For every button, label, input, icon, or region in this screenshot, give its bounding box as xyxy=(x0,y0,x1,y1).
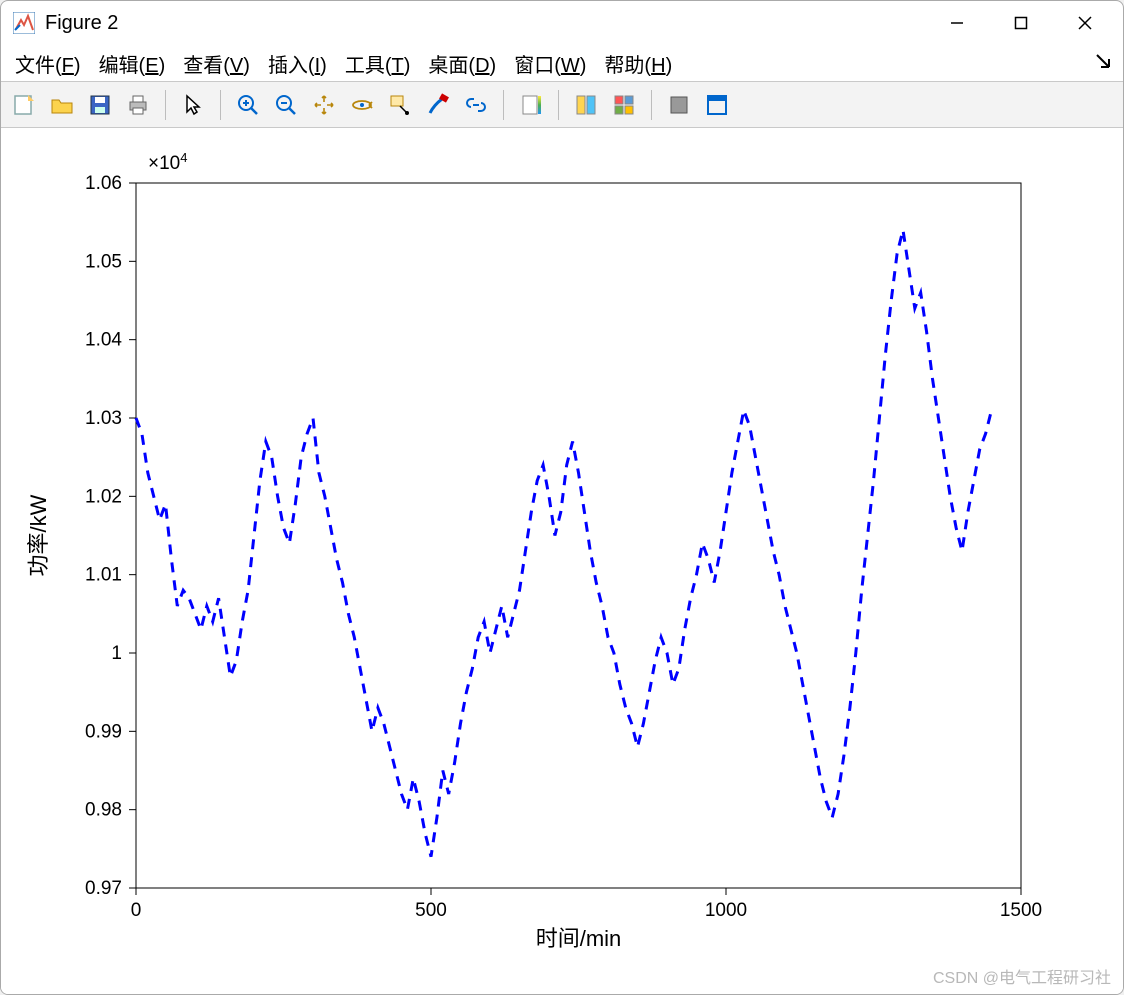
svg-text:1.02: 1.02 xyxy=(85,486,122,507)
menu-i[interactable]: 插入(I) xyxy=(268,49,327,78)
menu-h[interactable]: 帮助(H) xyxy=(604,49,672,78)
matlab-icon xyxy=(13,12,35,34)
svg-text:500: 500 xyxy=(415,900,447,921)
brush-icon[interactable] xyxy=(421,88,455,122)
menu-d[interactable]: 桌面(D) xyxy=(428,49,496,78)
menu-v[interactable]: 查看(V) xyxy=(183,49,250,78)
colormap-editor-icon[interactable] xyxy=(569,88,603,122)
svg-text:0.98: 0.98 xyxy=(85,800,122,821)
svg-text:1.03: 1.03 xyxy=(85,408,122,429)
dock-figure-icon[interactable] xyxy=(700,88,734,122)
menubar: 文件(F) 编辑(E) 查看(V) 插入(I) 工具(T) 桌面(D) 窗口(W) 帮助(H) xyxy=(1,45,1123,81)
menu-e[interactable]: 编辑(E) xyxy=(99,49,166,78)
svg-text:0.97: 0.97 xyxy=(85,878,122,899)
menu-f[interactable]: 文件(F) xyxy=(15,49,81,78)
pointer-icon[interactable] xyxy=(176,88,210,122)
svg-text:1: 1 xyxy=(111,643,122,664)
toolbar xyxy=(1,81,1123,128)
plot-layout-icon[interactable] xyxy=(607,88,641,122)
figure-area: 0 500 1000 1500 0.97 0.98 0.99 1 1.01 1.02 1.03 1.0… xyxy=(1,128,1123,994)
open-file-icon[interactable] xyxy=(45,88,79,122)
window-title: Figure 2 xyxy=(45,12,118,35)
rotate3d-icon[interactable] xyxy=(345,88,379,122)
hide-tools-icon[interactable] xyxy=(662,88,696,122)
svg-text:1.01: 1.01 xyxy=(85,565,122,586)
zoom-in-icon[interactable] xyxy=(231,88,265,122)
minimize-button[interactable] xyxy=(925,1,989,45)
svg-text:0: 0 xyxy=(131,900,142,921)
svg-text:1500: 1500 xyxy=(1000,900,1042,921)
link-icon[interactable] xyxy=(459,88,493,122)
menu-w[interactable]: 窗口(W) xyxy=(514,49,586,78)
svg-text:功率/kW: 功率/kW xyxy=(26,494,51,576)
svg-text:×104: ×104 xyxy=(148,150,187,175)
colorbar-icon[interactable] xyxy=(514,88,548,122)
svg-text:时间/min: 时间/min xyxy=(536,926,622,951)
print-icon[interactable] xyxy=(121,88,155,122)
svg-text:1.06: 1.06 xyxy=(85,173,122,194)
menu-t[interactable]: 工具(T) xyxy=(345,49,411,78)
pan-icon[interactable] xyxy=(307,88,341,122)
titlebar: Figure 2 xyxy=(1,1,1123,45)
data-cursor-icon[interactable] xyxy=(383,88,417,122)
svg-text:1.04: 1.04 xyxy=(85,330,122,351)
close-button[interactable] xyxy=(1053,1,1117,45)
save-icon[interactable] xyxy=(83,88,117,122)
svg-text:1.05: 1.05 xyxy=(85,251,122,272)
svg-text:0.99: 0.99 xyxy=(85,721,122,742)
new-figure-icon[interactable] xyxy=(7,88,41,122)
dock-arrow-icon[interactable] xyxy=(1095,53,1113,77)
maximize-button[interactable] xyxy=(989,1,1053,45)
zoom-out-icon[interactable] xyxy=(269,88,303,122)
figure-window: Figure 2 文件(F) 编辑(E) 查看(V) 插入(I) 工具(T) 桌面(D) 窗… xyxy=(0,0,1124,995)
axes[interactable]: 0 500 1000 1500 0.97 0.98 0.99 1 1.01 1.02 1.03 1.0… xyxy=(1,128,1123,994)
svg-text:1000: 1000 xyxy=(705,900,747,921)
